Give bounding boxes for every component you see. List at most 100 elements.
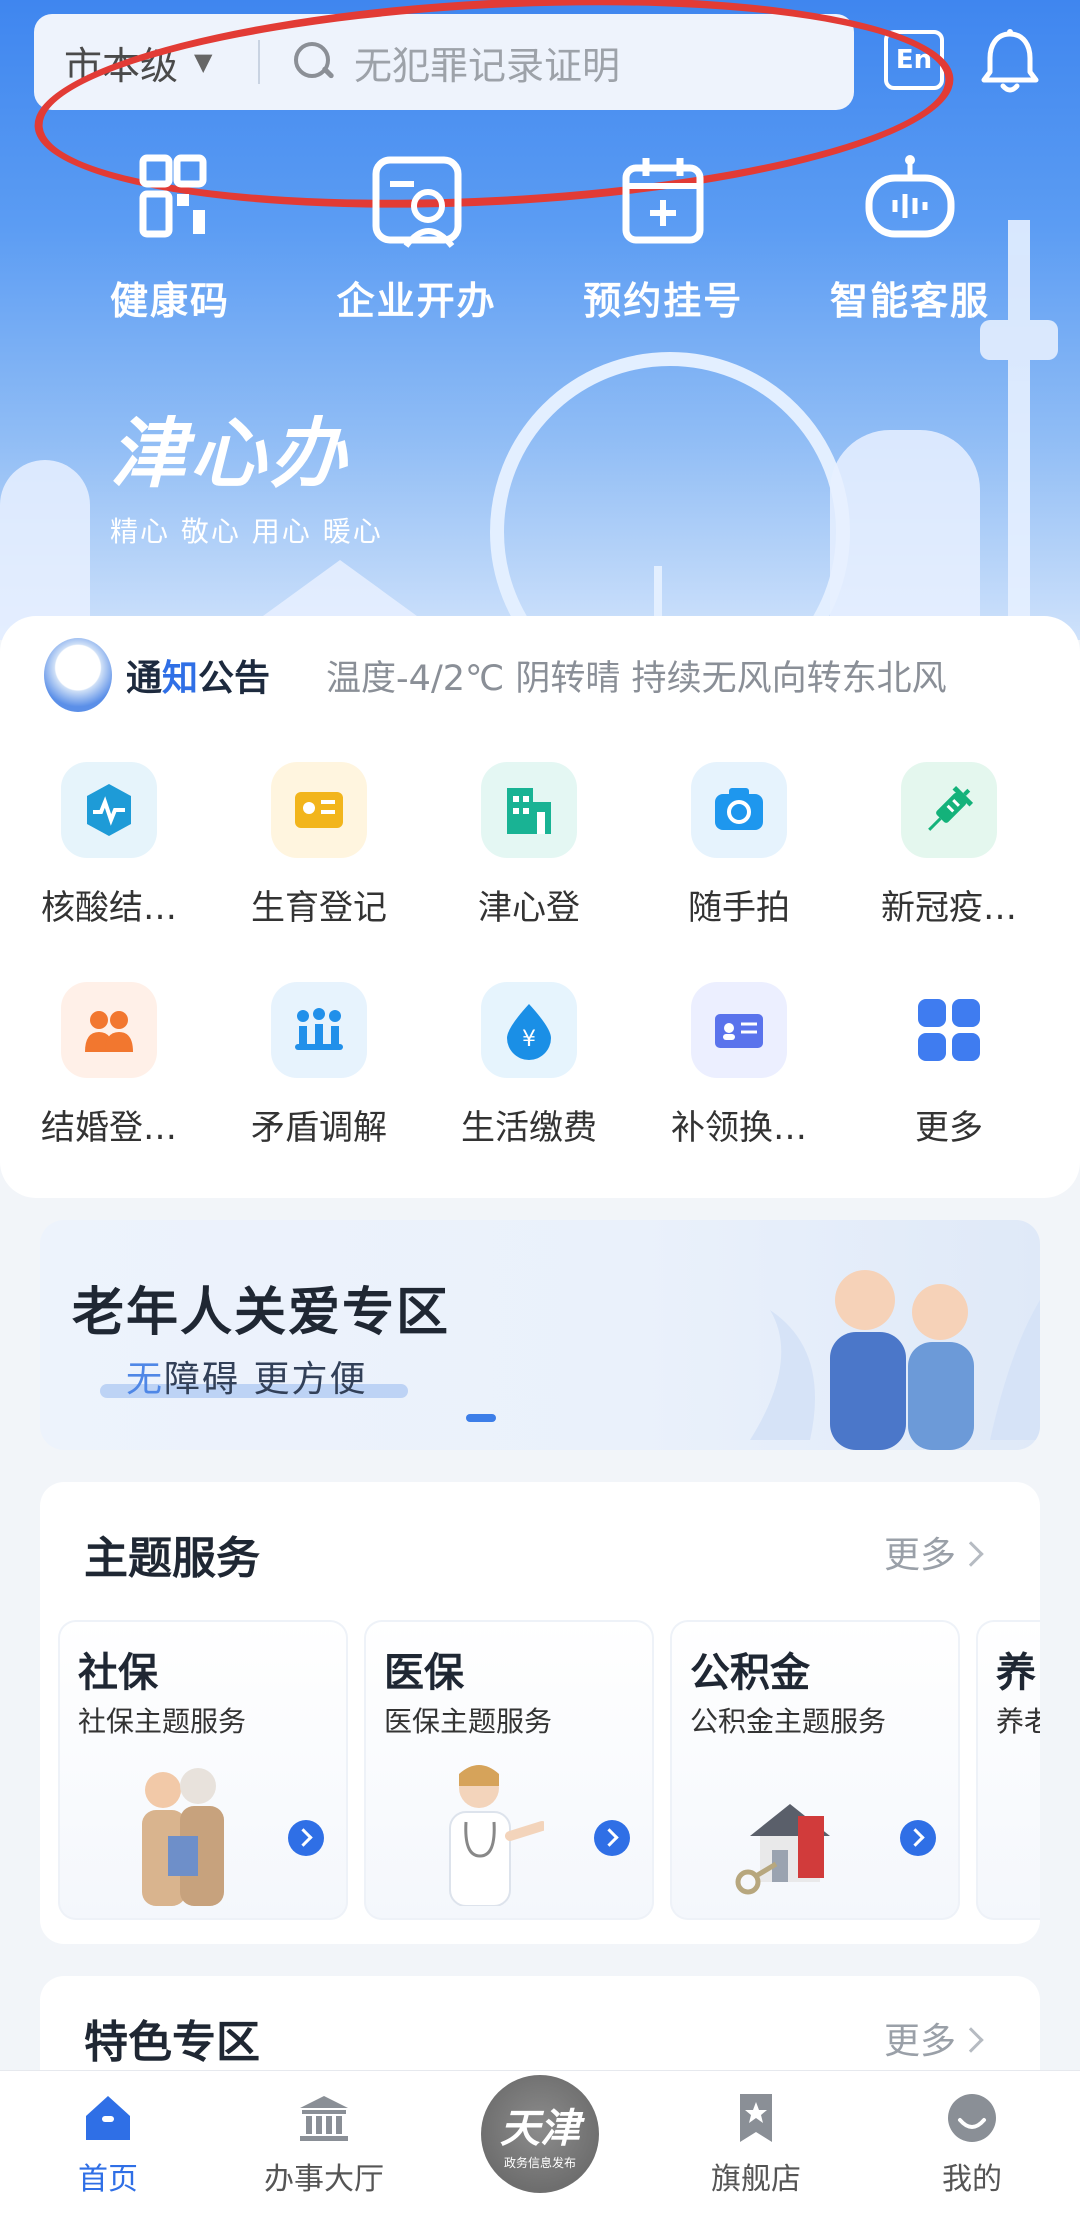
card-title: 社保 bbox=[78, 1650, 158, 1696]
brand-tagline: 精心 敬心 用心 暖心 bbox=[110, 515, 383, 548]
theme-card-pension[interactable]: 养 养老 bbox=[976, 1620, 1040, 1920]
card-subtitle: 养老 bbox=[996, 1705, 1040, 1738]
elderly-people-illustration bbox=[142, 1768, 224, 1906]
more-label: 更多 bbox=[883, 1535, 956, 1576]
elder-care-banner[interactable]: 老年人关爱专区 无障碍 更方便 bbox=[40, 1220, 1040, 1450]
tianjin-logo-icon: 天津 政务信息发布 bbox=[481, 2074, 599, 2193]
service-id-replacement[interactable]: 补领换… bbox=[634, 982, 844, 1149]
hero-header: 市本级 ▼ 无犯罪记录证明 En 健康码 企业开办 预约挂号 智能客服 津心办 … bbox=[0, 0, 1080, 640]
arrow-right-circle-icon[interactable] bbox=[594, 1820, 630, 1856]
quick-actions: 健康码 企业开办 预约挂号 智能客服 bbox=[60, 150, 1020, 325]
service-more[interactable]: 更多 bbox=[844, 982, 1054, 1149]
theme-cards: 社保 社保主题服务 医保 医保主题服务 公积金 公积金主题服务 养 养老 bbox=[58, 1620, 1040, 1920]
tab-tianjin-info[interactable]: 天津 政务信息发布 bbox=[432, 2071, 648, 2216]
bank-icon bbox=[300, 2095, 348, 2141]
notice-title: 通知公告 bbox=[126, 649, 270, 701]
service-label: 新冠疫… bbox=[881, 888, 1017, 928]
theme-card-medical-insurance[interactable]: 医保 医保主题服务 bbox=[364, 1620, 654, 1920]
home-icon bbox=[86, 2095, 130, 2140]
tab-flagship[interactable]: 旗舰店 bbox=[648, 2071, 864, 2216]
service-utility-payment[interactable]: ¥ 生活缴费 bbox=[424, 982, 634, 1149]
card-title: 医保 bbox=[384, 1650, 464, 1696]
section-title: 主题服务 bbox=[84, 1533, 260, 1584]
service-birth-register[interactable]: 生育登记 bbox=[214, 762, 424, 929]
quick-action-business[interactable]: 企业开办 bbox=[307, 150, 527, 325]
elderly-couple-illustration bbox=[750, 1270, 1040, 1450]
service-icon-bg bbox=[691, 982, 787, 1078]
service-icon-bg bbox=[691, 762, 787, 858]
arrow-right-circle-icon[interactable] bbox=[900, 1820, 936, 1856]
card-subtitle: 医保主题服务 bbox=[384, 1705, 553, 1738]
skyline-church bbox=[830, 430, 980, 640]
service-jinxindeng[interactable]: 津心登 bbox=[424, 762, 634, 929]
heartbeat-icon bbox=[87, 784, 131, 836]
section-title: 特色专区 bbox=[84, 2017, 260, 2068]
service-icon-bg bbox=[61, 982, 157, 1078]
search-bar[interactable]: 市本级 ▼ 无犯罪记录证明 bbox=[34, 14, 854, 110]
tab-mine[interactable]: 我的 bbox=[864, 2071, 1080, 2216]
quick-action-label: 预约挂号 bbox=[583, 279, 744, 323]
theme-more-link[interactable]: 更多 bbox=[883, 1526, 984, 1578]
service-icon-bg bbox=[271, 762, 367, 858]
caret-down-icon: ▼ bbox=[194, 48, 213, 76]
chevron-right-icon bbox=[958, 1541, 984, 1567]
yuan-drop-icon: ¥ bbox=[507, 1004, 551, 1060]
subtitle-rest: 障碍 更方便 bbox=[164, 1359, 368, 1400]
tab-home[interactable]: 首页 bbox=[0, 2071, 216, 2216]
service-label: 矛盾调解 bbox=[251, 1108, 387, 1148]
service-marriage-register[interactable]: 结婚登… bbox=[4, 982, 214, 1149]
service-label: 生活缴费 bbox=[461, 1108, 597, 1148]
city-selector[interactable]: 市本级 ▼ bbox=[34, 35, 258, 90]
building-icon bbox=[507, 788, 551, 834]
brand-slogan: 津心办 精心 敬心 用心 暖心 bbox=[110, 392, 383, 550]
quick-action-label: 企业开办 bbox=[336, 279, 497, 323]
quick-action-label: 智能客服 bbox=[829, 279, 990, 323]
quick-action-ai-service[interactable]: 智能客服 bbox=[800, 150, 1020, 325]
tab-label: 首页 bbox=[78, 2161, 138, 2197]
brand-logo-text: 津心办 bbox=[110, 409, 350, 498]
service-snapshot[interactable]: 随手拍 bbox=[634, 762, 844, 929]
notice-bar[interactable]: 通知公告 温度-4/2℃ 阴转晴 持续无风向转东北风 bbox=[0, 616, 1080, 734]
service-label: 生育登记 bbox=[251, 888, 387, 928]
search-input[interactable]: 无犯罪记录证明 bbox=[354, 35, 620, 90]
service-nucleic-test[interactable]: 核酸结… bbox=[4, 762, 214, 929]
tab-label: 旗舰店 bbox=[711, 2161, 801, 2197]
logo-subtext: 政务信息发布 bbox=[503, 2156, 576, 2170]
theme-card-social-insurance[interactable]: 社保 社保主题服务 bbox=[58, 1620, 348, 1920]
robot-icon bbox=[865, 155, 955, 238]
bell-icon[interactable] bbox=[978, 26, 1042, 96]
app-screen: 市本级 ▼ 无犯罪记录证明 En 健康码 企业开办 预约挂号 智能客服 津心办 … bbox=[0, 0, 1080, 2216]
feature-more-link[interactable]: 更多 bbox=[883, 2012, 984, 2064]
service-label: 随手拍 bbox=[688, 888, 790, 928]
user-smile-icon bbox=[948, 2093, 996, 2142]
language-button[interactable]: En bbox=[884, 30, 944, 90]
house-keys-illustration bbox=[735, 1804, 830, 1895]
chevron-right-icon bbox=[958, 2027, 984, 2053]
calendar-plus-icon bbox=[622, 158, 704, 244]
card-subtitle: 公积金主题服务 bbox=[690, 1705, 887, 1738]
theme-card-housing-fund[interactable]: 公积金 公积金主题服务 bbox=[670, 1620, 960, 1920]
mascot-avatar-icon bbox=[44, 638, 112, 712]
svg-text:¥: ¥ bbox=[522, 1027, 536, 1052]
arrow-right-circle-icon[interactable] bbox=[288, 1820, 324, 1856]
id-card-icon bbox=[295, 792, 343, 828]
card-subtitle: 社保主题服务 bbox=[78, 1705, 247, 1738]
elder-banner-subtitle: 无障碍 更方便 bbox=[126, 1350, 367, 1402]
service-vaccine[interactable]: 新冠疫… bbox=[844, 762, 1054, 929]
search-divider bbox=[258, 40, 260, 84]
qr-code-icon bbox=[139, 154, 207, 238]
quick-action-health-code[interactable]: 健康码 bbox=[60, 150, 280, 325]
search-icon bbox=[292, 40, 336, 84]
service-mediation[interactable]: 矛盾调解 bbox=[214, 982, 424, 1149]
id-badge-icon bbox=[715, 1014, 763, 1048]
notice-title-part: 公告 bbox=[198, 658, 271, 699]
quick-action-appointment[interactable]: 预约挂号 bbox=[553, 150, 773, 325]
doctor-illustration bbox=[449, 1765, 544, 1906]
tab-service-hall[interactable]: 办事大厅 bbox=[216, 2071, 432, 2216]
service-icon-bg bbox=[901, 982, 997, 1078]
service-grid: 核酸结… 生育登记 津心登 随手拍 新冠疫… 结婚登… 矛盾调解 ¥ 生活缴费 … bbox=[0, 734, 1080, 1198]
notice-title-part: 知 bbox=[162, 658, 199, 699]
more-label: 更多 bbox=[883, 2021, 956, 2062]
couple-icon bbox=[85, 1011, 133, 1052]
bottom-tab-bar: 首页 办事大厅 天津 政务信息发布 旗舰店 我的 bbox=[0, 2070, 1080, 2216]
